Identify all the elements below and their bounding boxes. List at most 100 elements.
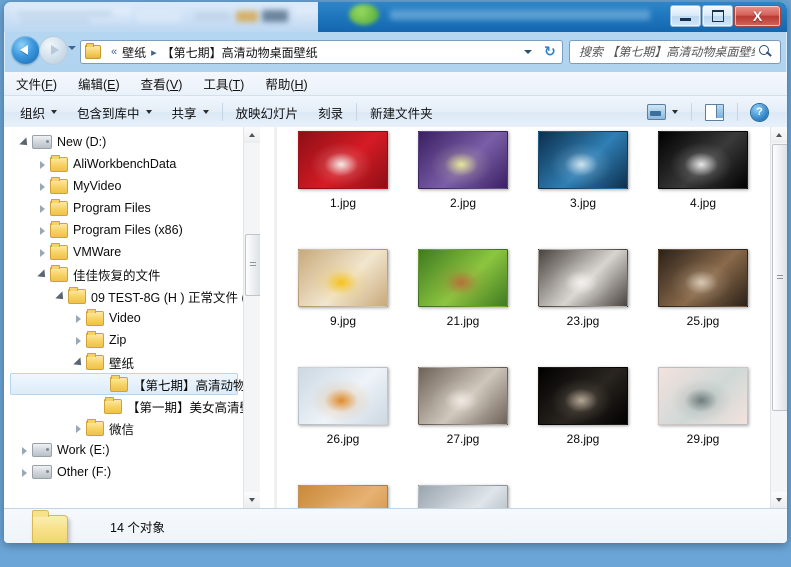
breadcrumb-separator-icon[interactable]: ▸ <box>151 46 157 59</box>
tree-item-8[interactable]: Video <box>4 307 256 329</box>
file-list-pane[interactable]: 1.jpg 2.jpg 3.jpg 4.jpg 9.jpg 21.jpg 23.jpg 25.… <box>277 127 787 508</box>
tree-collapse-icon[interactable] <box>54 290 67 303</box>
recent-locations-chevron-down-icon[interactable] <box>68 46 76 50</box>
search-box[interactable] <box>569 40 781 64</box>
file-thumbnail[interactable] <box>538 131 628 189</box>
tree-item-7[interactable]: 09 TEST-8G (H ) 正常文件 (8278 <box>4 285 260 307</box>
toolbar-button-2[interactable]: 共享 <box>162 100 219 124</box>
help-button[interactable]: ? <box>741 100 778 124</box>
tree-expand-icon[interactable] <box>18 466 31 479</box>
folder-icon <box>50 198 68 216</box>
file-thumbnail[interactable] <box>658 249 748 307</box>
tree-item-14[interactable]: Work (E:) <box>4 439 256 461</box>
breadcrumb-item-0[interactable]: 壁纸 <box>122 44 146 61</box>
address-dropdown-chevron-down-icon[interactable] <box>524 50 532 54</box>
tree-expand-icon[interactable] <box>18 444 31 457</box>
file-thumbnail[interactable] <box>658 367 748 425</box>
file-thumbnail[interactable] <box>538 367 628 425</box>
toolbar-button-4[interactable]: 刻录 <box>308 100 353 124</box>
tree-item-10[interactable]: 壁纸 <box>4 351 256 373</box>
tree-expand-icon[interactable] <box>36 158 49 171</box>
file-item[interactable]: 27.jpg <box>403 367 523 446</box>
menu-item-4[interactable]: 帮助(H) <box>256 72 316 95</box>
file-thumbnail[interactable] <box>298 367 388 425</box>
tree-expand-icon[interactable] <box>72 312 85 325</box>
tree-item-12[interactable]: 【第一期】美女高清壁纸 <box>4 395 260 417</box>
tree-item-5[interactable]: VMWare <box>4 241 256 263</box>
maximize-button[interactable] <box>702 5 733 27</box>
breadcrumb-overflow-icon[interactable]: « <box>111 46 117 58</box>
file-item[interactable]: 29.jpg <box>643 367 763 446</box>
preview-pane-button[interactable] <box>695 100 734 124</box>
menu-item-3[interactable]: 工具(T) <box>194 72 253 95</box>
title-bar[interactable]: X <box>4 2 787 32</box>
navigation-scrollbar-thumb[interactable] <box>245 234 260 296</box>
menu-item-0[interactable]: 文件(F) <box>7 72 66 95</box>
tree-item-4[interactable]: Program Files (x86) <box>4 219 256 241</box>
tree-item-1[interactable]: AliWorkbenchData <box>4 153 256 175</box>
refresh-button[interactable]: ↻ <box>540 40 563 64</box>
file-item[interactable]: 1.jpg <box>283 131 403 210</box>
address-bar[interactable]: « 壁纸 ▸ 【第七期】高清动物桌面壁纸 <box>80 40 541 64</box>
file-item[interactable]: 21.jpg <box>403 249 523 328</box>
search-input[interactable] <box>577 44 757 60</box>
file-item[interactable] <box>403 485 523 508</box>
file-thumbnail[interactable] <box>418 131 508 189</box>
menu-item-1[interactable]: 编辑(E) <box>69 72 129 95</box>
toolbar-button-1[interactable]: 包含到库中 <box>67 100 162 124</box>
tree-item-6[interactable]: 佳佳恢复的文件 <box>4 263 256 285</box>
toolbar-button-3[interactable]: 放映幻灯片 <box>226 100 309 124</box>
tree-expand-icon[interactable] <box>72 422 85 435</box>
file-thumbnail[interactable] <box>418 249 508 307</box>
tree-item-9[interactable]: Zip <box>4 329 256 351</box>
file-thumbnail[interactable] <box>298 131 388 189</box>
file-thumbnail[interactable] <box>418 367 508 425</box>
file-row-3 <box>283 485 763 508</box>
file-thumbnail[interactable] <box>538 249 628 307</box>
file-item[interactable]: 25.jpg <box>643 249 763 328</box>
menu-item-2[interactable]: 查看(V) <box>132 72 192 95</box>
file-item[interactable]: 4.jpg <box>643 131 763 210</box>
tree-expand-icon[interactable] <box>36 180 49 193</box>
breadcrumb-item-1[interactable]: 【第七期】高清动物桌面壁纸 <box>162 44 318 61</box>
file-scroll-up-button[interactable] <box>771 127 787 143</box>
file-item[interactable] <box>283 485 403 508</box>
file-list-scrollbar[interactable] <box>770 127 787 508</box>
file-scrollbar-thumb[interactable] <box>772 144 787 411</box>
scroll-up-button[interactable] <box>244 127 260 143</box>
tree-collapse-icon[interactable] <box>36 268 49 281</box>
file-item[interactable]: 26.jpg <box>283 367 403 446</box>
tree-item-2[interactable]: MyVideo <box>4 175 256 197</box>
forward-button[interactable] <box>40 37 67 64</box>
tree-item-0[interactable]: New (D:) <box>4 131 256 153</box>
file-item[interactable]: 28.jpg <box>523 367 643 446</box>
file-item[interactable]: 23.jpg <box>523 249 643 328</box>
toolbar-button-5[interactable]: 新建文件夹 <box>360 100 443 124</box>
close-button[interactable]: X <box>734 5 781 27</box>
tree-expand-icon[interactable] <box>72 334 85 347</box>
toolbar-button-0[interactable]: 组织 <box>10 100 67 124</box>
scroll-down-button[interactable] <box>244 492 260 508</box>
change-view-button[interactable] <box>637 100 688 124</box>
tree-item-15[interactable]: Other (F:) <box>4 461 256 483</box>
file-thumbnail[interactable] <box>298 485 388 508</box>
navigation-pane[interactable]: New (D:) AliWorkbenchData MyVideo Program F… <box>4 127 260 508</box>
tree-expand-icon[interactable] <box>36 224 49 237</box>
navigation-pane-scrollbar[interactable] <box>243 127 260 508</box>
file-thumbnail[interactable] <box>418 485 508 508</box>
file-item[interactable]: 9.jpg <box>283 249 403 328</box>
file-thumbnail[interactable] <box>658 131 748 189</box>
file-thumbnail[interactable] <box>298 249 388 307</box>
tree-item-3[interactable]: Program Files <box>4 197 256 219</box>
tree-item-13[interactable]: 微信 <box>4 417 256 439</box>
tree-expand-icon[interactable] <box>36 246 49 259</box>
tree-collapse-icon[interactable] <box>18 136 31 149</box>
tree-expand-icon[interactable] <box>36 202 49 215</box>
tree-collapse-icon[interactable] <box>72 356 85 369</box>
file-scroll-down-button[interactable] <box>771 492 787 508</box>
back-button[interactable] <box>12 37 39 64</box>
minimize-button[interactable] <box>670 5 701 27</box>
file-item[interactable]: 2.jpg <box>403 131 523 210</box>
file-item[interactable]: 3.jpg <box>523 131 643 210</box>
tree-item-11[interactable]: 【第七期】高清动物桌面壁纸 <box>10 373 260 395</box>
